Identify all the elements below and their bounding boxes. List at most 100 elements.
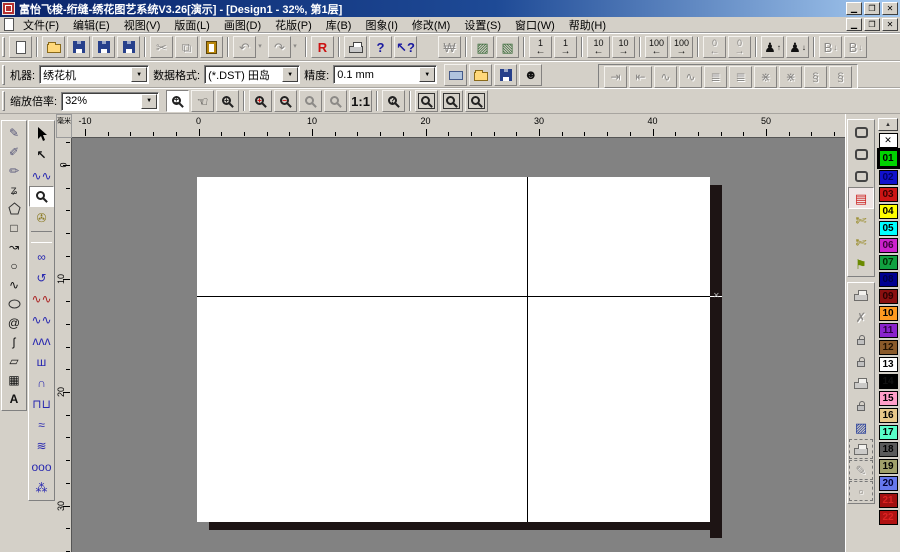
design-properties-button[interactable]: ☻ [519, 63, 543, 86]
undo-button[interactable]: ↶ ▾ [233, 36, 262, 58]
forward-100-button[interactable]: 100 → [670, 36, 693, 58]
menu-window[interactable]: 窗口(W) [508, 17, 562, 33]
forward-1-button[interactable]: 1 → [554, 36, 577, 58]
unlock-button[interactable] [848, 394, 874, 416]
color-swatch-01[interactable]: 01 [877, 149, 899, 168]
save-design-button[interactable] [494, 63, 518, 86]
color-swatch-02[interactable]: 02 [878, 170, 898, 185]
zoom-out-stitch-button[interactable]: − [274, 90, 298, 112]
zoom-in-stitch-button[interactable]: + [249, 90, 273, 112]
emboss-stitch-tool[interactable]: ✇ [29, 207, 54, 228]
zoom-actual-button[interactable]: 1:1 [349, 90, 373, 112]
copy-button[interactable]: ⧉ [175, 36, 198, 58]
menu-pattern[interactable]: 花版(P) [268, 17, 319, 33]
pentagon-tool[interactable] [2, 199, 26, 218]
color-swatch-09[interactable]: 09 [878, 289, 898, 304]
design-canvas[interactable] [197, 177, 710, 522]
seq-join-b-button[interactable]: ⋇ [779, 66, 802, 88]
freehand-curve-tool[interactable]: ʑ [2, 180, 26, 199]
seq-even-a-button[interactable]: ≣ [704, 66, 727, 88]
menu-image[interactable]: 图象(I) [358, 17, 404, 33]
color-swatch-10[interactable]: 10 [878, 306, 898, 321]
no-color-swatch[interactable]: ✕ [878, 133, 898, 148]
machine-output-button[interactable] [444, 63, 468, 86]
zoom-next-button[interactable] [324, 90, 348, 112]
satin-stitch-tool[interactable]: ∿∿ [29, 309, 54, 330]
loop-stitch-tool[interactable]: ooo [29, 456, 54, 477]
lasso-stitch-tool[interactable]: ↺ [29, 267, 54, 288]
toolbar-grip[interactable] [2, 91, 5, 111]
precision-combobox[interactable]: 0.1 mm ▼ [333, 65, 438, 84]
child-restore-button[interactable]: ❐ [864, 18, 880, 31]
data-format-dropdown-icon[interactable]: ▼ [282, 67, 299, 82]
load-design-button[interactable] [469, 63, 493, 86]
fit-selection-button[interactable] [465, 90, 489, 112]
color-swatch-22[interactable]: 22 [878, 510, 898, 525]
menu-edit[interactable]: 编辑(E) [66, 17, 117, 33]
zoom-ratio-dropdown-icon[interactable]: ▼ [141, 93, 158, 109]
running-stitch-tool[interactable]: ∞ [29, 246, 54, 267]
zoom-tool[interactable] [29, 186, 54, 207]
help-button[interactable]: ? [369, 36, 392, 58]
menu-help[interactable]: 帮助(H) [562, 17, 613, 33]
color-swatch-05[interactable]: 05 [878, 221, 898, 236]
open-button[interactable] [42, 36, 65, 58]
seq-align-end-button[interactable]: ⇤ [629, 66, 652, 88]
minimize-button[interactable]: ▁ [846, 2, 862, 15]
color-swatch-08[interactable]: 08 [878, 272, 898, 287]
color-swatch-20[interactable]: 20 [878, 476, 898, 491]
machine-dropdown-icon[interactable]: ▼ [131, 67, 148, 82]
color-swatch-14[interactable]: 14 [878, 374, 898, 389]
satin-color-stitch-tool[interactable]: ∿∿ [29, 288, 54, 309]
menu-draw[interactable]: 画图(D) [217, 17, 268, 33]
pen-node-tool[interactable]: ✐ [2, 142, 26, 161]
back-0-button[interactable]: 0 ← [703, 36, 726, 58]
machine-run-button[interactable]: ⚑ [848, 253, 874, 275]
zoom-query-button[interactable]: ? [382, 90, 406, 112]
forward-10-button[interactable]: 10 → [612, 36, 635, 58]
print-dashed-button[interactable] [849, 439, 873, 459]
menu-view[interactable]: 视图(V) [117, 17, 168, 33]
color-swatch-12[interactable]: 12 [878, 340, 898, 355]
image-insert-button[interactable]: ▨ [848, 416, 874, 438]
needle-point-a-button[interactable]: B ↓ [819, 36, 842, 58]
restore-button[interactable]: ❐ [864, 2, 880, 15]
edit-dashed-button[interactable]: ✎ [849, 460, 873, 480]
back-1-button[interactable]: 1 ← [529, 36, 552, 58]
node-edit-tool[interactable]: ↖ [29, 144, 54, 165]
menu-library[interactable]: 库(B) [319, 17, 359, 33]
arch-stitch-tool[interactable]: ∩ [29, 372, 54, 393]
data-format-combobox[interactable]: (*.DST) 田岛 ▼ [204, 65, 301, 84]
seq-loop-a-button[interactable]: § [804, 66, 827, 88]
select-dashed-button[interactable]: ▫ [849, 481, 873, 501]
frame-reshape-button[interactable] [848, 165, 874, 187]
fit-frame-button[interactable] [440, 90, 464, 112]
frame-transform-button[interactable] [848, 143, 874, 165]
stitch-list-button[interactable]: ₩ [438, 36, 461, 58]
wave-tool[interactable]: ∿ [2, 275, 26, 294]
cross-stitch-tool[interactable]: ⁂ [29, 477, 54, 498]
e-stitch-tool[interactable]: ʌʌʌ [29, 330, 54, 351]
curve-edit-tool[interactable]: ʃ [2, 332, 26, 351]
arc-tool[interactable]: ↝ [2, 237, 26, 256]
toolbar-grip[interactable] [2, 37, 5, 57]
richpeace-button[interactable]: R [311, 36, 334, 58]
zoom-previous-button[interactable] [299, 90, 323, 112]
color-swatch-07[interactable]: 07 [878, 255, 898, 270]
new-button[interactable] [9, 36, 32, 58]
color-swatch-06[interactable]: 06 [878, 238, 898, 253]
rectangle-tool[interactable]: □ [2, 218, 26, 237]
first-stitch-button[interactable]: ♟ ↑ [761, 36, 784, 58]
seq-curve-b-button[interactable]: ∿ [679, 66, 702, 88]
paste-button[interactable] [200, 36, 223, 58]
spiral-tool[interactable]: @ [2, 313, 26, 332]
color-swatch-13[interactable]: 13 [878, 357, 898, 372]
zoom-range-button[interactable]: ± [166, 90, 190, 112]
color-swatch-15[interactable]: 15 [878, 391, 898, 406]
lock-all-button[interactable] [848, 350, 874, 372]
circle-tool[interactable]: ○ [2, 256, 26, 275]
print-button[interactable] [344, 36, 367, 58]
seq-even-b-button[interactable]: ≣ [729, 66, 752, 88]
column-stitch-tool[interactable]: ⊓⊔ [29, 393, 54, 414]
child-close-button[interactable]: ✕ [882, 18, 898, 31]
